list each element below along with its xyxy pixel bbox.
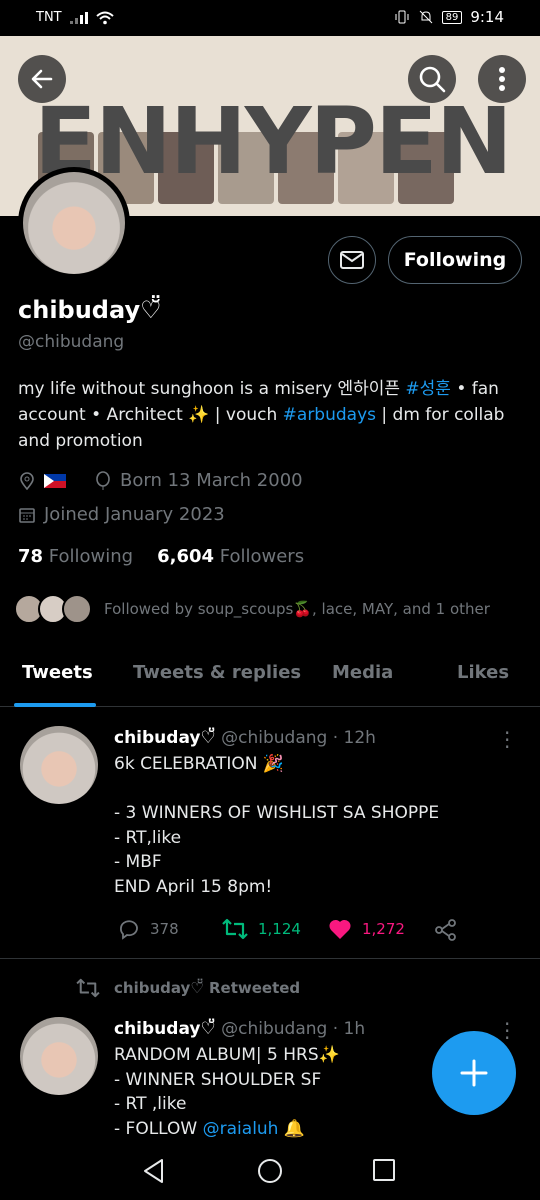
- mention-link[interactable]: @raialuh: [203, 1119, 279, 1139]
- retweeted-indicator: chibuday♡̆̈ Retweeted: [76, 978, 300, 998]
- location-pin-icon: [20, 471, 34, 490]
- carrier-label: TNT: [36, 10, 62, 25]
- share-button[interactable]: [434, 918, 458, 942]
- birth-date: Born 13 March 2000: [120, 470, 303, 491]
- profile-joined-row: Joined January 2023: [18, 504, 225, 525]
- retweet-label: chibuday♡̆̈ Retweeted: [114, 979, 301, 997]
- signal-icon: [69, 11, 88, 24]
- profile-name: chibuday♡̆̈: [18, 296, 162, 324]
- reply-icon: [120, 920, 138, 940]
- tweet-text: 6k CELEBRATION 🎉 - 3 WINNERS OF WISHLIST…: [114, 754, 440, 897]
- follow-counts: 78 Following 6,604 Followers: [18, 546, 304, 567]
- followed-by-row[interactable]: Followed by soup_scoups🍒, lace, MAY, and…: [14, 594, 490, 624]
- search-icon: [419, 66, 446, 93]
- followed-by-text: Followed by soup_scoups🍒, lace, MAY, and…: [104, 600, 490, 618]
- profile-avatar[interactable]: [18, 167, 130, 279]
- avatar[interactable]: [20, 1017, 98, 1095]
- profile-handle: @chibudang: [18, 332, 125, 352]
- retweet-count: 1,124: [258, 920, 301, 938]
- plus-icon: [460, 1059, 488, 1087]
- calendar-icon: [19, 507, 35, 523]
- bio-text: my life without sunghoon is a misery 엔하이…: [18, 379, 406, 399]
- followers-count-link[interactable]: 6,604 Followers: [157, 546, 304, 567]
- following-button[interactable]: Following: [388, 236, 522, 284]
- nav-home-icon[interactable]: [257, 1158, 283, 1184]
- profile-meta-row: Born 13 March 2000: [18, 470, 303, 491]
- avatar: [62, 594, 92, 624]
- like-button[interactable]: 1,272: [328, 918, 405, 940]
- reply-button[interactable]: 378: [118, 918, 179, 940]
- tweet-header: chibuday♡̆̈ @chibudang · 1h: [114, 1019, 366, 1039]
- share-icon: [435, 919, 456, 941]
- reply-count: 378: [150, 920, 179, 938]
- tab-likes[interactable]: Likes: [457, 662, 509, 683]
- system-nav-bar: [0, 1140, 540, 1200]
- vibrate-icon: [395, 10, 409, 24]
- following-count-link[interactable]: 78 Following: [18, 546, 133, 567]
- avatar[interactable]: [20, 726, 98, 804]
- retweet-icon: [222, 918, 248, 940]
- message-button[interactable]: [328, 236, 376, 284]
- hashtag-link[interactable]: #arbudays: [283, 405, 376, 425]
- retweet-icon: [76, 978, 100, 998]
- compose-tweet-button[interactable]: [432, 1031, 516, 1115]
- profile-bio: my life without sunghoon is a misery 엔하이…: [18, 376, 528, 454]
- tweet-text: RANDOM ALBUM| 5 HRS✨ - WINNER SHOULDER S…: [114, 1045, 340, 1139]
- joined-date: Joined January 2023: [44, 504, 225, 525]
- philippines-flag-icon: [44, 473, 66, 488]
- tweet-header: chibuday♡̆̈ @chibudang · 12h: [114, 728, 376, 748]
- search-button[interactable]: [408, 55, 456, 103]
- more-options-button[interactable]: [478, 55, 526, 103]
- balloon-icon: [96, 470, 110, 490]
- arrow-left-icon: [31, 69, 53, 89]
- mute-icon: [419, 10, 432, 24]
- more-vertical-icon: [499, 67, 505, 91]
- profile-tabs: Tweets Tweets & replies Media Likes: [0, 648, 540, 707]
- divider: [0, 958, 540, 959]
- active-tab-indicator: [14, 703, 96, 707]
- tab-tweets-replies[interactable]: Tweets & replies: [133, 662, 301, 683]
- retweet-button[interactable]: 1,124: [222, 918, 301, 940]
- tab-media[interactable]: Media: [332, 662, 393, 683]
- hashtag-link[interactable]: #성훈: [405, 379, 451, 399]
- tweet-more-icon[interactable]: · · ·: [504, 1014, 516, 1048]
- status-bar: TNT 89 9:14: [0, 0, 540, 36]
- like-count: 1,272: [362, 920, 405, 938]
- clock: 9:14: [470, 8, 504, 26]
- envelope-icon: [340, 251, 364, 269]
- battery-indicator: 89: [441, 10, 463, 24]
- tweet-more-icon[interactable]: · · ·: [504, 723, 516, 757]
- nav-recents-icon[interactable]: [372, 1158, 396, 1182]
- back-button[interactable]: [18, 55, 66, 103]
- heart-icon: [329, 919, 351, 939]
- nav-back-icon[interactable]: [142, 1158, 166, 1184]
- tab-tweets[interactable]: Tweets: [22, 662, 93, 683]
- wifi-icon: [95, 11, 114, 24]
